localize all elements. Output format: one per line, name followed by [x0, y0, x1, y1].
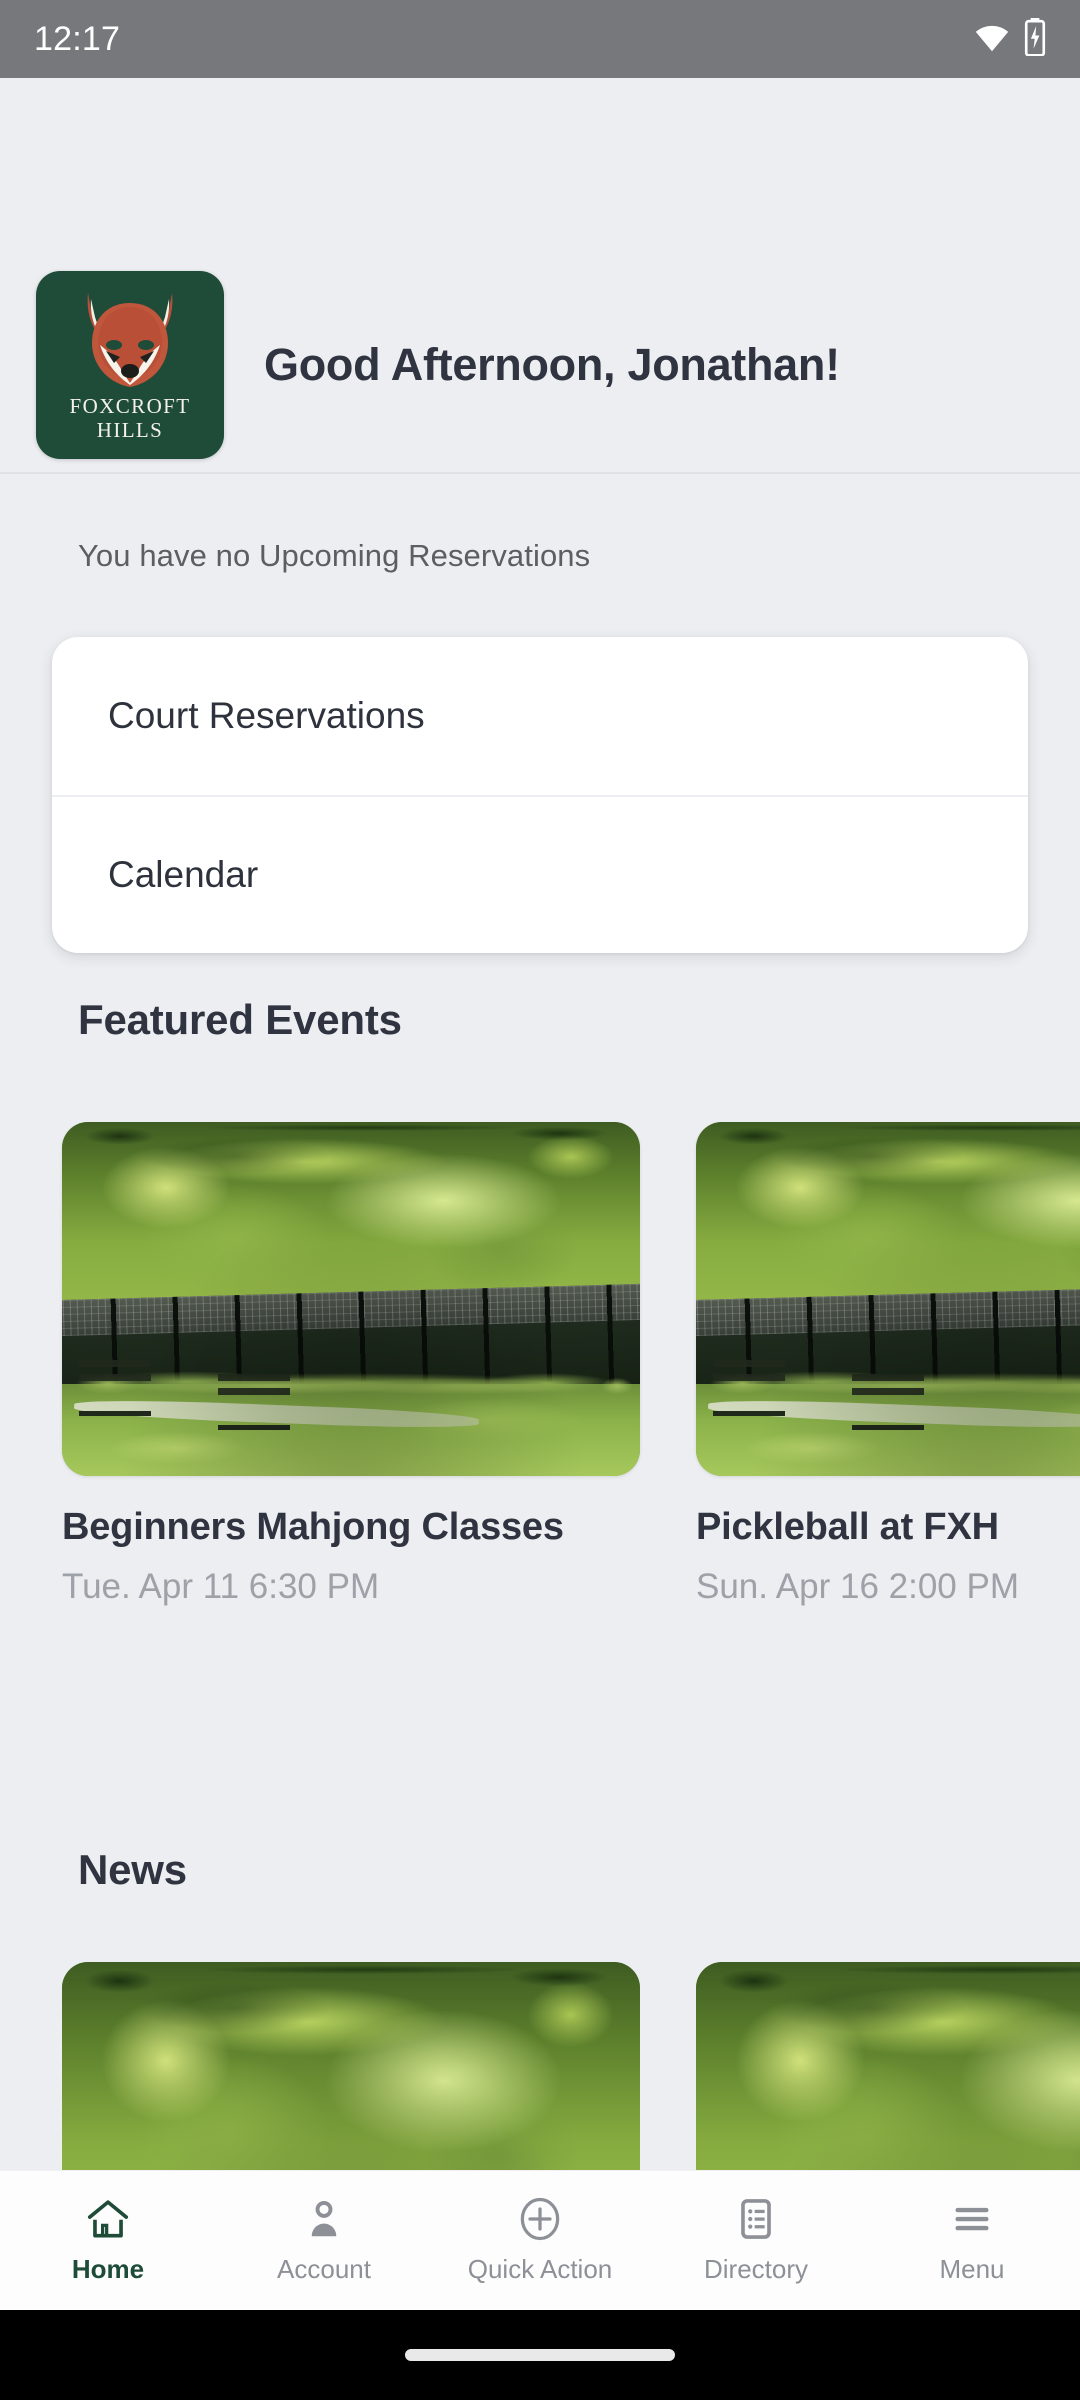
quick-link-court-reservations[interactable]: Court Reservations	[52, 637, 1028, 795]
quick-link-label: Calendar	[108, 854, 259, 895]
no-reservations-text: You have no Upcoming Reservations	[78, 538, 591, 573]
event-title: Beginners Mahjong Classes	[62, 1506, 564, 1548]
featured-event-card[interactable]: Pickleball at FXH Sun. Apr 16 2:00 PM	[696, 1122, 1080, 1682]
battery-charging-icon	[1024, 17, 1046, 61]
event-title: Pickleball at FXH	[696, 1506, 999, 1548]
wifi-icon	[974, 22, 1010, 57]
featured-event-card[interactable]: Beginners Mahjong Classes Tue. Apr 11 6:…	[62, 1122, 640, 1682]
brand-name-line1: FOXCROFT	[69, 394, 191, 418]
nav-label: Quick Action	[467, 2254, 613, 2284]
nav-label: Menu	[939, 2254, 1005, 2284]
status-bar: 12:17	[0, 0, 1080, 78]
hamburger-menu-icon	[955, 2207, 989, 2231]
fox-head-icon	[87, 293, 173, 387]
header-divider	[0, 472, 1080, 474]
nav-item-directory[interactable]: Directory	[648, 2171, 864, 2310]
system-gesture-bar	[0, 2310, 1080, 2400]
nav-item-account[interactable]: Account	[216, 2171, 432, 2310]
tennis-courts-photo	[62, 1122, 640, 1476]
quick-link-label: Court Reservations	[108, 695, 425, 736]
event-image	[696, 1122, 1080, 1476]
brand-name: FOXCROFT HILLS	[69, 394, 191, 442]
nav-item-quick-action[interactable]: Quick Action	[432, 2171, 648, 2310]
brand-logo: FOXCROFT HILLS	[36, 271, 224, 459]
header-content: FOXCROFT HILLS Good Afternoon, Jonathan!	[0, 271, 840, 459]
event-date: Tue. Apr 11 6:30 PM	[62, 1567, 380, 1606]
featured-events-heading: Featured Events	[78, 996, 402, 1043]
tennis-courts-photo	[696, 1122, 1080, 1476]
nav-label: Account	[277, 2254, 371, 2284]
list-document-icon	[741, 2199, 771, 2239]
featured-events-carousel[interactable]: Beginners Mahjong Classes Tue. Apr 11 6:…	[0, 1122, 1080, 1682]
nav-label: Directory	[703, 2254, 808, 2284]
gesture-pill[interactable]	[405, 2349, 675, 2361]
person-icon	[311, 2200, 337, 2237]
event-date: Sun. Apr 16 2:00 PM	[696, 1567, 1019, 1606]
event-image	[62, 1122, 640, 1476]
bottom-navigation: Home Account Quick Action Directory Menu	[0, 2170, 1080, 2310]
quick-links-card: Court Reservations Calendar	[52, 637, 1028, 953]
status-clock: 12:17	[34, 19, 121, 58]
news-heading: News	[78, 1846, 187, 1893]
brand-name-line2: HILLS	[96, 417, 164, 442]
app-screen: 12:17 FOXCROFT HILLS Good Afternoon, Jon…	[0, 0, 1080, 2400]
plus-circle-icon	[520, 2197, 560, 2241]
quick-link-calendar[interactable]: Calendar	[52, 795, 1028, 953]
home-icon	[87, 2200, 129, 2238]
greeting-text: Good Afternoon, Jonathan!	[264, 339, 840, 390]
app-header: FOXCROFT HILLS Good Afternoon, Jonathan!	[0, 78, 1080, 473]
nav-label: Home	[71, 2254, 145, 2284]
status-indicators	[974, 17, 1046, 61]
nav-item-menu[interactable]: Menu	[864, 2171, 1080, 2310]
nav-item-home[interactable]: Home	[0, 2171, 216, 2310]
